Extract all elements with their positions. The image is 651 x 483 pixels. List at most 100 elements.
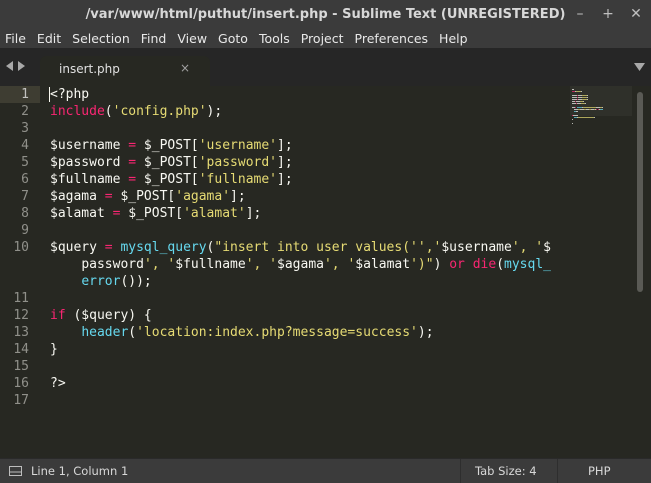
maximize-button[interactable]: + — [601, 4, 615, 24]
code-token: ', ' — [245, 257, 278, 272]
code-token: 'username' — [198, 138, 278, 153]
code-token: = — [128, 155, 137, 170]
code-token: = — [104, 189, 113, 204]
code-token: ( — [104, 104, 113, 119]
code-token: ', ' — [323, 257, 356, 272]
code-line[interactable]: $username = $_POST['username']; — [50, 137, 293, 154]
code-line[interactable]: password', '$fullname', '$agama', '$alam… — [50, 256, 551, 273]
code-line[interactable]: if ($query) { — [50, 307, 152, 324]
minimap-mark — [576, 111, 578, 112]
code-token: = — [104, 240, 113, 255]
panel-toggle-icon[interactable] — [9, 466, 22, 476]
code-token: ); — [206, 104, 223, 119]
tab-bar: insert.php × — [0, 48, 651, 86]
code-line[interactable]: error()); — [50, 273, 151, 290]
code-token: $fullname — [175, 257, 246, 272]
tab-right-arrow-icon[interactable] — [17, 60, 26, 72]
line-number: 11 — [13, 291, 29, 306]
title-bar: /var/www/html/puthut/insert.php - Sublim… — [0, 0, 651, 28]
line-number: 6 — [21, 172, 29, 187]
code-token: ( — [496, 257, 505, 272]
scrollbar-thumb[interactable] — [637, 92, 643, 292]
menu-tools[interactable]: Tools — [259, 31, 290, 46]
editor-area[interactable]: 1 2 3 4 5 6 7 8 9 10 11 12 13 14 15 16 17 <?php include('… — [0, 86, 651, 458]
minimap-mark — [572, 119, 573, 120]
menu-find[interactable]: Find — [141, 31, 167, 46]
line-number: 12 — [13, 308, 29, 323]
tab-size-selector[interactable]: Tab Size: 4 — [460, 459, 558, 483]
menu-file[interactable]: File — [5, 31, 26, 46]
code-line[interactable]: include('config.php'); — [50, 103, 222, 120]
menu-selection[interactable]: Selection — [72, 31, 130, 46]
tab-close-icon[interactable]: × — [180, 61, 190, 75]
code-token: error — [81, 274, 121, 289]
code-line[interactable]: } — [50, 341, 58, 358]
menu-goto[interactable]: Goto — [218, 31, 248, 46]
line-number: 3 — [21, 121, 29, 136]
line-number: 5 — [21, 155, 29, 170]
code-token: ', ' — [511, 240, 544, 255]
code-token: ]; — [230, 189, 246, 204]
code-token: $_POST[ — [112, 189, 176, 204]
code-token: mysql_query — [120, 240, 207, 255]
code-token: $_POST[ — [136, 155, 199, 170]
code-token: $password — [50, 155, 129, 170]
line-number: 14 — [13, 342, 29, 357]
vertical-scrollbar[interactable] — [636, 88, 644, 454]
tab-size-label: Tab Size: 4 — [475, 464, 537, 478]
minimap-mark — [581, 91, 582, 92]
menu-help[interactable]: Help — [439, 31, 468, 46]
code-line[interactable]: $fullname = $_POST['fullname']; — [50, 171, 293, 188]
minimap[interactable] — [570, 86, 632, 458]
menu-edit[interactable]: Edit — [37, 31, 61, 46]
tab-label: insert.php — [59, 62, 120, 76]
line-number: 15 — [13, 359, 29, 374]
close-button[interactable]: ✕ — [629, 4, 643, 24]
code-line[interactable]: $alamat = $_POST['alamat']; — [50, 205, 261, 222]
line-number: 16 — [13, 376, 29, 391]
code-token: ]; — [245, 206, 262, 221]
code-line[interactable]: $query = mysql_query("insert into user v… — [50, 239, 551, 256]
code-token: die — [472, 257, 497, 272]
minimap-mark — [594, 117, 595, 118]
menu-view[interactable]: View — [177, 31, 207, 46]
code-token: $agama — [277, 257, 324, 272]
code-token: ( — [128, 325, 137, 340]
code-token: $_POST[ — [136, 172, 199, 187]
code-token: $ — [543, 240, 551, 255]
line-number: 13 — [13, 325, 29, 340]
minimize-button[interactable]: – — [573, 4, 587, 24]
text-cursor — [49, 87, 50, 102]
minimap-mark — [572, 89, 574, 90]
syntax-label: PHP — [588, 464, 611, 478]
syntax-selector[interactable]: PHP — [558, 459, 640, 483]
line-number: 17 — [13, 393, 29, 408]
code-line[interactable]: <?php — [50, 86, 89, 103]
code-line[interactable]: header('location:index.php?message=succe… — [50, 324, 433, 341]
cursor-position: Line 1, Column 1 — [31, 464, 129, 478]
minimap-mark — [596, 109, 597, 110]
menu-bar: File Edit Selection Find View Goto Tools… — [0, 28, 651, 48]
line-number: 4 — [21, 138, 29, 153]
tab-left-arrow-icon[interactable] — [5, 60, 14, 72]
window-controls: – + ✕ — [573, 4, 643, 24]
code-token: $alamat — [50, 206, 113, 221]
code-token: ]; — [277, 138, 293, 153]
tab-insert-php[interactable]: insert.php × — [40, 56, 210, 86]
code-line[interactable]: $agama = $_POST['agama']; — [50, 188, 246, 205]
code-line[interactable]: ?> — [50, 375, 66, 392]
code-token: 'location:index.php?message=success' — [136, 325, 418, 340]
menu-preferences[interactable]: Preferences — [355, 31, 429, 46]
minimap-mark — [585, 103, 586, 104]
code-line[interactable]: $password = $_POST['password']; — [50, 154, 293, 171]
minimap-mark — [587, 97, 588, 98]
line-number: 7 — [21, 189, 29, 204]
code-token: "insert into user values('',' — [214, 240, 442, 255]
menu-project[interactable]: Project — [301, 31, 344, 46]
tab-nav — [5, 60, 26, 72]
tab-dropdown-icon[interactable] — [634, 63, 645, 71]
code-token: ) — [433, 257, 450, 272]
code-token: if — [50, 308, 66, 323]
